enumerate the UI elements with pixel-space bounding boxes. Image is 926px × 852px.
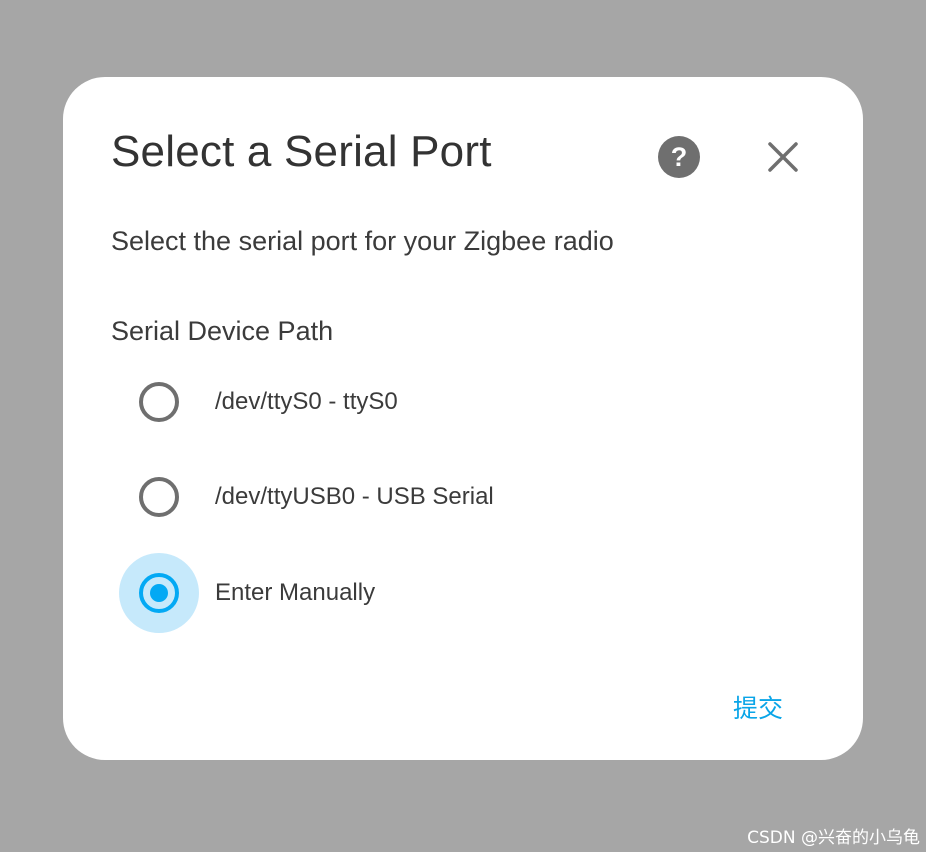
radio-option-label: /dev/ttyS0 - ttyS0 xyxy=(215,388,398,415)
radio-button[interactable] xyxy=(139,382,179,422)
radio-button[interactable] xyxy=(139,477,179,517)
svg-text:?: ? xyxy=(671,142,688,172)
radio-option-label: Enter Manually xyxy=(215,579,376,606)
radio-option-ttyusb0[interactable]: /dev/ttyUSB0 - USB Serial xyxy=(119,457,619,537)
radio-checked-dot xyxy=(150,584,168,602)
dialog-description: Select the serial port for your Zigbee r… xyxy=(111,226,614,256)
close-icon[interactable] xyxy=(763,137,803,177)
radio-option-label: /dev/ttyUSB0 - USB Serial xyxy=(215,483,494,510)
dialog-title: Select a Serial Port xyxy=(111,127,492,176)
radio-option-ttys0[interactable]: /dev/ttyS0 - ttyS0 xyxy=(119,362,619,442)
serial-device-path-label: Serial Device Path xyxy=(111,316,334,346)
help-icon[interactable]: ? xyxy=(657,135,701,179)
radio-button-selected[interactable] xyxy=(139,573,179,613)
serial-port-dialog: Select a Serial Port ? Select the serial… xyxy=(63,77,863,760)
watermark: CSDN @兴奋的小乌龟 xyxy=(747,828,920,848)
radio-option-enter-manually[interactable]: Enter Manually xyxy=(119,553,619,633)
submit-button[interactable]: 提交 xyxy=(733,689,783,725)
